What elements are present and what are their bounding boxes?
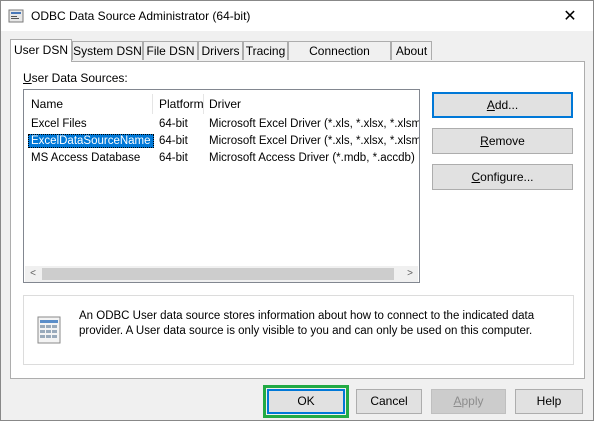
- title-bar: ODBC Data Source Administrator (64-bit) …: [1, 1, 593, 31]
- list-item[interactable]: Excel Files 64-bit Microsoft Excel Drive…: [24, 117, 419, 133]
- cancel-button[interactable]: Cancel: [356, 389, 422, 414]
- data-source-info-icon: [37, 316, 61, 344]
- mnemonic-u: U: [23, 71, 32, 85]
- column-name[interactable]: Name: [31, 97, 63, 111]
- scroll-right-icon[interactable]: >: [402, 266, 418, 282]
- apply-label: pply: [461, 394, 484, 408]
- dsn-platform: 64-bit: [159, 152, 188, 164]
- remove-button[interactable]: Remove: [432, 128, 573, 154]
- scroll-thumb[interactable]: [42, 268, 394, 280]
- close-icon[interactable]: ✕: [547, 1, 593, 31]
- tab-user-dsn[interactable]: User DSN: [10, 39, 72, 62]
- dsn-driver: Microsoft Excel Driver (*.xls, *.xlsx, *…: [209, 135, 419, 147]
- info-text: An ODBC User data source stores informat…: [79, 310, 535, 337]
- odbc-app-icon: [8, 9, 24, 23]
- list-item[interactable]: MS Access Database 64-bit Microsoft Acce…: [24, 151, 419, 167]
- column-divider[interactable]: [203, 94, 204, 114]
- user-data-sources-label: User Data Sources:: [23, 71, 128, 85]
- add-button[interactable]: Add...: [432, 92, 573, 118]
- help-button[interactable]: Help: [515, 389, 583, 414]
- mnemonic-r: R: [480, 134, 489, 148]
- info-box: An ODBC User data source stores informat…: [23, 295, 574, 365]
- ok-button[interactable]: OK: [267, 389, 345, 414]
- dsn-name: MS Access Database: [31, 152, 141, 164]
- label-text: ser Data Sources:: [31, 71, 128, 85]
- column-driver[interactable]: Driver: [209, 97, 241, 111]
- tab-connection-pooling[interactable]: Connection Pooling: [288, 41, 391, 77]
- configure-label: onfigure...: [480, 170, 534, 184]
- tab-file-dsn[interactable]: File DSN: [143, 41, 198, 60]
- window-title: ODBC Data Source Administrator (64-bit): [31, 9, 251, 23]
- column-platform[interactable]: Platform: [159, 97, 204, 111]
- mnemonic-c: C: [471, 170, 481, 184]
- list-item-selected[interactable]: ExcelDataSourceName 64-bit Microsoft Exc…: [24, 134, 419, 150]
- dsn-driver: Microsoft Access Driver (*.mdb, *.accdb): [209, 152, 415, 164]
- dsn-name: Excel Files: [31, 118, 87, 130]
- dsn-name: ExcelDataSourceName: [28, 134, 154, 148]
- apply-button[interactable]: Apply: [431, 389, 506, 414]
- add-label: dd...: [494, 98, 519, 112]
- column-divider[interactable]: [152, 94, 153, 114]
- data-sources-list[interactable]: Name Platform Driver Excel Files 64-bit …: [23, 89, 420, 283]
- odbc-admin-window: ODBC Data Source Administrator (64-bit) …: [0, 0, 594, 421]
- dsn-platform: 64-bit: [159, 135, 188, 147]
- tab-drivers[interactable]: Drivers: [198, 41, 243, 60]
- scroll-left-icon[interactable]: <: [25, 266, 41, 282]
- remove-label: emove: [488, 134, 525, 148]
- horizontal-scrollbar[interactable]: < >: [25, 266, 418, 282]
- tab-tracing[interactable]: Tracing: [243, 41, 288, 60]
- list-header: Name Platform Driver: [24, 90, 419, 116]
- dsn-platform: 64-bit: [159, 118, 188, 130]
- tab-about[interactable]: About: [391, 41, 432, 60]
- configure-button[interactable]: Configure...: [432, 164, 573, 190]
- mnemonic-a: A: [453, 394, 462, 408]
- mnemonic-a: A: [486, 98, 495, 112]
- dsn-driver: Microsoft Excel Driver (*.xls, *.xlsx, *…: [209, 118, 419, 130]
- tab-system-dsn[interactable]: System DSN: [72, 41, 143, 60]
